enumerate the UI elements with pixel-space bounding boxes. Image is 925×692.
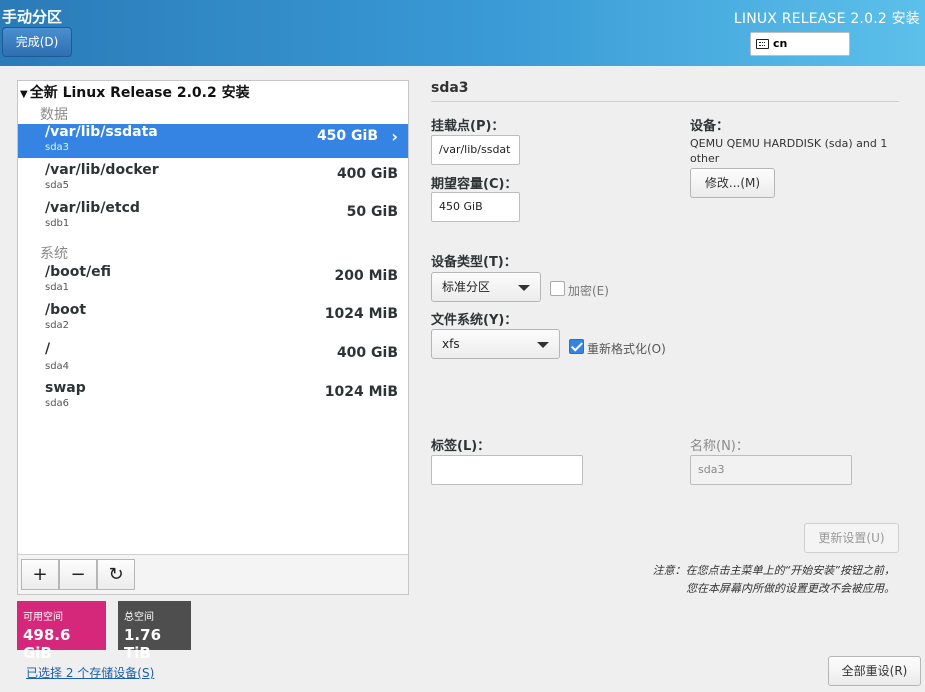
name-input: sda3 bbox=[690, 455, 852, 485]
partition-size: 200 MiB bbox=[334, 268, 399, 284]
storage-devices-link[interactable]: 已选择 2 个存储设备(S) bbox=[26, 664, 154, 681]
release-title: LINUX RELEASE 2.0.2 安装 bbox=[733, 11, 920, 27]
partition-size: 50 GiB bbox=[346, 204, 398, 220]
section-heading: sda3 bbox=[431, 80, 469, 96]
chevron-right-icon: › bbox=[391, 127, 398, 146]
partition-device: sda5 bbox=[45, 180, 70, 191]
available-space-box: 可用空间 498.6 GiB bbox=[17, 601, 106, 662]
keyboard-layout-indicator[interactable]: cn bbox=[750, 32, 850, 56]
minus-icon: − bbox=[70, 564, 86, 585]
filesystem-label: 文件系统(Y)： bbox=[431, 313, 518, 328]
partition-mount: swap bbox=[45, 380, 86, 396]
notice-line-2: 您在本屏幕内所做的设置更改不会被应用。 bbox=[686, 582, 895, 595]
partition-mount: /boot/efi bbox=[45, 264, 112, 280]
partition-mount: /var/lib/docker bbox=[45, 162, 159, 178]
group-label-system: 系统 bbox=[40, 246, 68, 262]
chevron-down-icon bbox=[518, 285, 530, 291]
reformat-checkbox[interactable] bbox=[569, 339, 584, 354]
partition-size: 400 GiB bbox=[336, 166, 398, 182]
mount-point-input[interactable]: /var/lib/ssdat bbox=[431, 135, 520, 165]
partition-size: 400 GiB bbox=[336, 345, 398, 361]
keyboard-layout-label: cn bbox=[773, 37, 788, 50]
partition-device: sda4 bbox=[45, 361, 70, 372]
partition-mount: /boot bbox=[45, 302, 87, 318]
keyboard-icon bbox=[756, 39, 769, 49]
partition-row-etcd[interactable]: /var/lib/etcd sdb1 50 GiB bbox=[18, 200, 408, 234]
partition-device: sda2 bbox=[45, 320, 70, 331]
capacity-label: 期望容量(C)： bbox=[431, 177, 518, 192]
partition-device: sda3 bbox=[45, 142, 70, 153]
available-space-label: 可用空间 bbox=[23, 612, 63, 623]
partition-size: 450 GiB bbox=[316, 128, 378, 144]
partition-mount: /var/lib/etcd bbox=[45, 200, 140, 216]
reset-all-button[interactable]: 全部重设(R) bbox=[828, 656, 921, 686]
notice-line-1: 注意：在您点击主菜单上的“开始安装”按钮之前， bbox=[652, 564, 895, 577]
add-partition-button[interactable]: + bbox=[21, 559, 59, 590]
total-space-box: 总空间 1.76 TiB bbox=[118, 601, 191, 662]
modify-device-button[interactable]: 修改...(M) bbox=[690, 168, 775, 198]
remove-partition-button[interactable]: − bbox=[59, 559, 97, 590]
section-divider bbox=[431, 101, 899, 102]
partition-device: sda1 bbox=[45, 282, 70, 293]
available-space-value: 498.6 GiB bbox=[23, 626, 71, 662]
partition-row-ssdata[interactable]: /var/lib/ssdata sda3 450 GiB › bbox=[18, 124, 408, 158]
partition-size: 1024 MiB bbox=[324, 384, 398, 400]
partition-mount: / bbox=[45, 341, 51, 357]
partition-row-root[interactable]: / sda4 400 GiB bbox=[18, 341, 408, 375]
tag-label: 标签(L)： bbox=[431, 439, 491, 454]
notice-text: 注意：在您点击主菜单上的“开始安装”按钮之前， 您在本屏幕内所做的设置更改不会被… bbox=[575, 562, 895, 598]
partition-row-swap[interactable]: swap sda6 1024 MiB bbox=[18, 380, 408, 414]
chevron-down-icon bbox=[537, 342, 549, 348]
device-type-label: 设备类型(T)： bbox=[431, 255, 517, 270]
capacity-input[interactable]: 450 GiB bbox=[431, 192, 520, 222]
partition-mount: /var/lib/ssdata bbox=[45, 124, 158, 140]
group-label-data: 数据 bbox=[40, 107, 68, 123]
expander-triangle-icon[interactable]: ▼ bbox=[20, 89, 28, 100]
header-bar: 手动分区 完成(D) LINUX RELEASE 2.0.2 安装 cn bbox=[0, 0, 925, 66]
device-type-value: 标准分区 bbox=[442, 280, 491, 294]
device-description: QEMU QEMU HARDDISK (sda) and 1 other bbox=[690, 137, 888, 165]
device-type-dropdown[interactable]: 标准分区 bbox=[431, 272, 541, 302]
tag-input[interactable] bbox=[431, 455, 583, 485]
filesystem-value: xfs bbox=[442, 337, 460, 351]
plus-icon: + bbox=[32, 564, 48, 585]
page-title: 手动分区 bbox=[2, 8, 63, 26]
total-space-value: 1.76 TiB bbox=[124, 626, 162, 662]
filesystem-dropdown[interactable]: xfs bbox=[431, 329, 560, 359]
partition-row-boot[interactable]: /boot sda2 1024 MiB bbox=[18, 302, 408, 336]
name-label: 名称(N)： bbox=[690, 439, 749, 454]
partition-device: sda6 bbox=[45, 398, 70, 409]
partition-toolbar: + − ↻ bbox=[18, 554, 408, 594]
partition-row-boot-efi[interactable]: /boot/efi sda1 200 MiB bbox=[18, 264, 408, 298]
mount-point-label: 挂载点(P)： bbox=[431, 119, 505, 134]
total-space-label: 总空间 bbox=[124, 612, 154, 623]
done-button[interactable]: 完成(D) bbox=[2, 27, 72, 57]
update-settings-button[interactable]: 更新设置(U) bbox=[804, 523, 899, 553]
tree-root-label: 全新 Linux Release 2.0.2 安装 bbox=[29, 85, 250, 101]
encrypt-label: 加密(E) bbox=[568, 284, 609, 298]
partition-size: 1024 MiB bbox=[324, 306, 398, 322]
partition-row-docker[interactable]: /var/lib/docker sda5 400 GiB bbox=[18, 162, 408, 196]
refresh-icon: ↻ bbox=[108, 564, 124, 585]
refresh-button[interactable]: ↻ bbox=[97, 559, 135, 590]
tree-root[interactable]: ▼ 全新 Linux Release 2.0.2 安装 bbox=[18, 83, 408, 103]
reformat-label: 重新格式化(O) bbox=[587, 342, 666, 356]
partition-tree-panel: ▼ 全新 Linux Release 2.0.2 安装 数据 /var/lib/s… bbox=[17, 80, 409, 595]
encrypt-checkbox[interactable] bbox=[550, 281, 565, 296]
device-label: 设备： bbox=[690, 119, 730, 134]
partition-device: sdb1 bbox=[45, 218, 70, 229]
